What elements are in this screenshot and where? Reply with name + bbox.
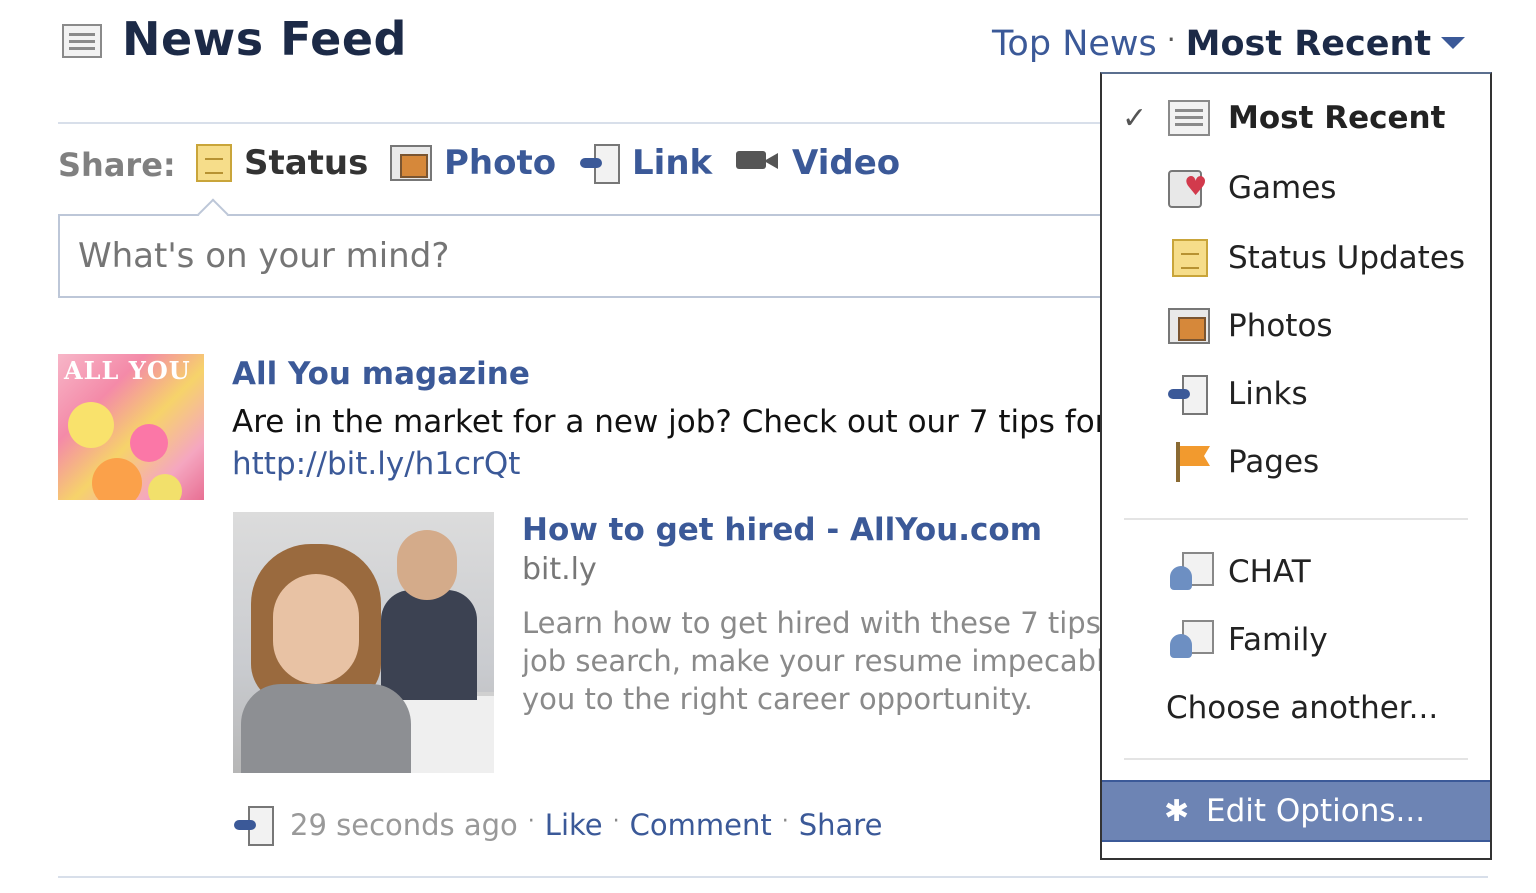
menu-item-label: Pages [1228, 444, 1320, 480]
share-link-label: Link [632, 143, 713, 183]
video-icon [734, 145, 780, 181]
status-icon [1172, 239, 1208, 277]
attachment-description-line: job search, make your resume impecable [522, 644, 1102, 678]
feed-sort-links: Top News · Most Recent [992, 23, 1466, 64]
image-woman-suit [241, 684, 411, 773]
menu-item-status-updates[interactable]: Status Updates [1102, 238, 1490, 278]
image-man-suit [381, 590, 477, 700]
gear-icon: ✱ [1164, 793, 1190, 829]
games-icon [1168, 168, 1212, 208]
attachment-description-line: Learn how to get hired with these 7 tips… [522, 606, 1102, 640]
attachment-description: Learn how to get hired with these 7 tips… [522, 604, 1102, 718]
attachment-domain: bit.ly [522, 552, 597, 587]
link-icon [234, 806, 274, 846]
friend-list-icon [1168, 552, 1214, 592]
menu-item-label: Photos [1228, 308, 1333, 344]
share-video-label: Video [792, 143, 901, 183]
menu-item-label: Family [1228, 622, 1328, 658]
page-title: News Feed [122, 12, 407, 66]
author-thumbnail[interactable]: ALL YOU [58, 354, 204, 500]
friend-list-icon [1168, 620, 1214, 660]
attachment-description-line: you to the right career opportunity. [522, 682, 1033, 716]
chevron-down-icon[interactable] [1441, 37, 1466, 49]
comment-link[interactable]: Comment [630, 808, 772, 842]
menu-item-label: Games [1228, 170, 1337, 206]
story-meta: 29 seconds ago · Like · Comment · Share [234, 806, 883, 846]
share-label: Share: [58, 146, 176, 184]
menu-divider [1124, 758, 1468, 760]
share-link-tab[interactable]: Link [580, 143, 713, 184]
share-status-tab[interactable]: Status [196, 143, 368, 183]
edit-options-label: Edit Options... [1206, 793, 1426, 829]
menu-item-family-list[interactable]: Family [1102, 620, 1490, 660]
menu-item-games[interactable]: Games [1102, 168, 1490, 208]
menu-item-label: Most Recent [1228, 100, 1446, 136]
share-link[interactable]: Share [799, 808, 883, 842]
status-composer-input[interactable] [58, 214, 1118, 298]
story-author-link[interactable]: All You magazine [232, 356, 530, 392]
checkmark-icon: ✓ [1122, 100, 1148, 136]
attachment-title-link[interactable]: How to get hired - AllYou.com [522, 512, 1042, 548]
separator-dot: · [781, 808, 789, 834]
image-woman-face [273, 574, 359, 684]
news-feed-icon [1168, 100, 1210, 136]
menu-item-pages[interactable]: Pages [1102, 442, 1490, 482]
pages-flag-icon [1168, 442, 1212, 482]
menu-item-label: CHAT [1228, 554, 1311, 590]
status-icon [196, 144, 232, 182]
menu-item-choose-another[interactable]: Choose another... [1102, 688, 1490, 728]
news-feed-icon [62, 24, 102, 58]
story-timestamp[interactable]: 29 seconds ago [290, 808, 518, 842]
edit-options-button[interactable]: ✱ Edit Options... [1102, 780, 1490, 842]
menu-item-chat-list[interactable]: CHAT [1102, 552, 1490, 592]
separator-dot: · [1166, 23, 1176, 56]
menu-item-label: Choose another... [1166, 690, 1439, 726]
image-man-head [397, 530, 457, 600]
thumbnail-title: ALL YOU [64, 356, 191, 385]
attachment-image[interactable] [233, 512, 494, 773]
separator-dot: · [527, 808, 535, 834]
like-link[interactable]: Like [545, 808, 603, 842]
story-divider [58, 876, 1488, 878]
share-photo-label: Photo [444, 143, 557, 183]
menu-item-photos[interactable]: Photos [1102, 306, 1490, 346]
story-message: Are in the market for a new job? Check o… [232, 404, 1100, 440]
menu-item-label: Links [1228, 376, 1308, 412]
link-icon [1168, 375, 1208, 415]
link-icon [580, 144, 620, 184]
separator-dot: · [612, 808, 620, 834]
menu-item-label: Status Updates [1228, 240, 1466, 276]
feed-filter-dropdown: ✓ Most Recent Games Status Updates Photo… [1100, 72, 1492, 860]
photo-icon [1168, 308, 1210, 344]
menu-divider [1124, 518, 1468, 520]
most-recent-toggle[interactable]: Most Recent [1186, 24, 1431, 64]
story-url-link[interactable]: http://bit.ly/h1crQt [232, 446, 520, 482]
top-news-link[interactable]: Top News [992, 24, 1157, 64]
share-video-tab[interactable]: Video [734, 143, 900, 183]
header-divider [58, 122, 1118, 124]
menu-item-links[interactable]: Links [1102, 374, 1490, 415]
share-status-label: Status [244, 143, 369, 183]
photo-icon [390, 145, 432, 181]
share-photo-tab[interactable]: Photo [390, 143, 556, 183]
menu-item-most-recent[interactable]: ✓ Most Recent [1102, 98, 1490, 138]
